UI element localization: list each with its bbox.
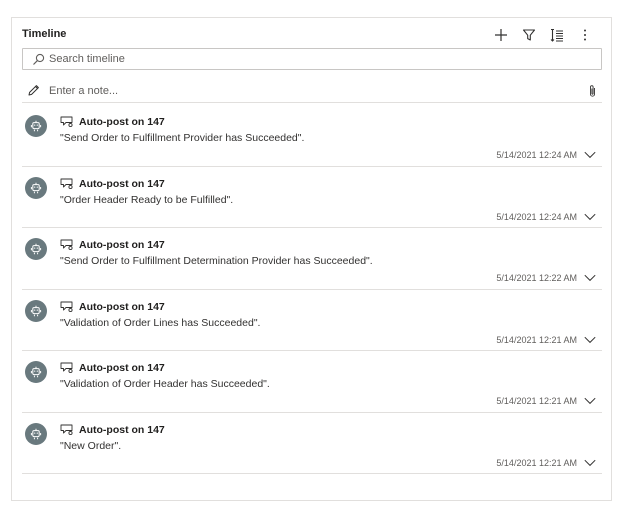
chevron-down-icon <box>584 397 596 405</box>
post-text: "Send Order to Fulfillment Determination… <box>60 255 373 267</box>
filter-button[interactable] <box>517 26 541 44</box>
expand-button[interactable] <box>582 211 598 223</box>
chevron-down-icon <box>584 213 596 220</box>
post-timestamp: 5/14/2021 12:21 AM <box>496 334 577 345</box>
post-timestamp: 5/14/2021 12:21 AM <box>496 396 577 406</box>
bot-avatar <box>25 361 47 383</box>
filter-icon <box>522 29 536 41</box>
timeline-post[interactable]: Auto-post on 147 "Validation of Order He… <box>22 351 602 413</box>
timeline-post[interactable]: Auto-post on 147 "Validation of Order Li… <box>22 290 602 351</box>
auto-post-icon <box>60 115 76 129</box>
pencil-icon <box>22 81 44 101</box>
bot-avatar <box>25 115 47 137</box>
more-icon <box>584 29 586 41</box>
more-options-button[interactable] <box>573 26 597 44</box>
attachment-button[interactable] <box>584 82 600 100</box>
post-text: "Validation of Order Header has Succeede… <box>60 378 270 390</box>
bot-icon <box>30 120 42 132</box>
expand-button[interactable] <box>582 334 598 346</box>
search-icon <box>27 49 49 69</box>
post-title: Auto-post on 147 <box>79 239 165 251</box>
chevron-down-icon <box>584 459 596 466</box>
chevron-down-icon <box>584 336 596 343</box>
bot-avatar <box>25 422 47 445</box>
expand-button[interactable] <box>582 457 598 469</box>
bot-icon <box>30 366 42 378</box>
chevron-down-icon <box>584 151 596 159</box>
sort-button[interactable] <box>545 26 569 44</box>
post-timestamp: 5/14/2021 12:21 AM <box>496 457 577 468</box>
timeline-post[interactable]: Auto-post on 147 "Send Order to Fulfillm… <box>22 105 602 167</box>
add-button[interactable] <box>489 26 513 44</box>
chevron-down-icon <box>584 274 596 282</box>
timeline-title: Timeline <box>22 28 67 40</box>
timeline-post[interactable]: Auto-post on 147 "Send Order to Fulfillm… <box>22 228 602 290</box>
post-timestamp: 5/14/2021 12:22 AM <box>496 273 577 283</box>
bot-avatar <box>25 299 47 322</box>
post-title: Auto-post on 147 <box>79 177 165 190</box>
timeline-post[interactable]: Auto-post on 147 "Order Header Ready to … <box>22 167 602 228</box>
bot-icon <box>30 243 42 255</box>
bot-icon <box>30 305 42 316</box>
post-text: "New Order". <box>60 439 122 452</box>
auto-post-icon <box>60 361 76 375</box>
auto-post-icon <box>60 300 76 314</box>
bot-icon <box>30 428 42 439</box>
paperclip-icon <box>589 85 595 97</box>
note-input[interactable] <box>49 81 569 100</box>
auto-post-icon <box>60 423 76 437</box>
post-timestamp: 5/14/2021 12:24 AM <box>496 211 577 222</box>
search-box <box>22 48 602 70</box>
bot-icon <box>30 182 42 193</box>
sort-icon <box>550 28 563 42</box>
post-title: Auto-post on 147 <box>79 116 165 128</box>
bot-avatar <box>25 238 47 260</box>
post-title: Auto-post on 147 <box>79 300 165 313</box>
post-text: "Send Order to Fulfillment Provider has … <box>60 132 305 144</box>
note-bar <box>22 79 602 103</box>
timeline-header: Timeline <box>12 18 611 50</box>
expand-button[interactable] <box>582 272 598 284</box>
timeline-panel: Timeline Search timeline Enter a note...… <box>11 17 612 501</box>
bot-avatar <box>25 176 47 199</box>
plus-icon <box>495 29 507 41</box>
timeline-feed: Auto-post on 147 "Send Order to Fulfillm… <box>22 105 602 474</box>
auto-post-icon <box>60 177 76 191</box>
auto-post-icon <box>60 238 76 252</box>
timeline-toolbar <box>489 26 597 44</box>
post-title: Auto-post on 147 <box>79 362 165 374</box>
timeline-post[interactable]: Auto-post on 147 "New Order". 5/14/2021 … <box>22 413 602 474</box>
search-input[interactable] <box>49 50 569 68</box>
post-text: "Validation of Order Lines has Succeeded… <box>60 316 261 329</box>
expand-button[interactable] <box>582 395 598 407</box>
post-timestamp: 5/14/2021 12:24 AM <box>496 150 577 160</box>
post-title: Auto-post on 147 <box>79 423 165 436</box>
expand-button[interactable] <box>582 149 598 161</box>
post-text: "Order Header Ready to be Fulfilled". <box>60 193 234 206</box>
